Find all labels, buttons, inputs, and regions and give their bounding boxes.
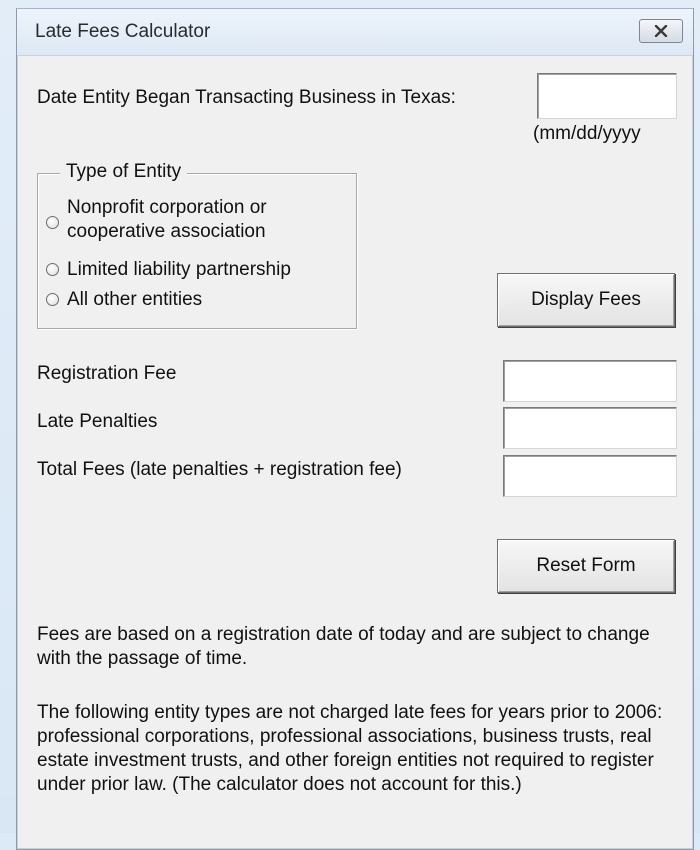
reset-form-button[interactable]: Reset Form <box>497 539 675 593</box>
late-fees-calculator-dialog: Late Fees Calculator Date Entity Began T… <box>16 8 694 850</box>
radio-option-all-other[interactable]: All other entities <box>46 288 202 312</box>
radio-option-nonprofit[interactable]: Nonprofit corporation or cooperative ass… <box>46 196 267 244</box>
title-bar: Late Fees Calculator <box>17 9 693 56</box>
llp-label: Limited liability partnership <box>67 259 291 280</box>
radio-option-llp[interactable]: Limited liability partnership <box>46 258 291 282</box>
display-fees-button[interactable]: Display Fees <box>497 273 675 327</box>
type-of-entity-group: Type of Entity Nonprofit corporation or … <box>37 161 357 329</box>
total-fees-label: Total Fees (late penalties + registratio… <box>37 459 402 480</box>
all-other-label: All other entities <box>67 289 203 310</box>
close-button[interactable] <box>639 19 683 43</box>
date-began-input[interactable] <box>537 73 677 119</box>
total-fees-field[interactable] <box>503 455 677 497</box>
late-penalties-field[interactable] <box>503 407 677 449</box>
date-began-label: Date Entity Began Transacting Business i… <box>37 87 456 108</box>
close-icon <box>654 25 668 37</box>
window-title: Late Fees Calculator <box>35 21 211 42</box>
fees-note-paragraph: Fees are based on a registration date of… <box>37 624 650 669</box>
nonprofit-label-line2: cooperative association <box>67 221 266 242</box>
registration-fee-field[interactable] <box>503 360 677 402</box>
date-format-hint: (mm/dd/yyyy <box>533 123 641 144</box>
exemption-note-paragraph: The following entity types are not charg… <box>37 702 663 795</box>
radio-button-llp[interactable] <box>46 263 59 276</box>
radio-button-all-other[interactable] <box>46 293 59 306</box>
nonprofit-label-line1: Nonprofit corporation or <box>67 197 267 218</box>
radio-button-nonprofit[interactable] <box>46 216 59 229</box>
type-of-entity-legend: Type of Entity <box>60 161 188 183</box>
late-penalties-label: Late Penalties <box>37 411 158 432</box>
registration-fee-label: Registration Fee <box>37 363 177 384</box>
